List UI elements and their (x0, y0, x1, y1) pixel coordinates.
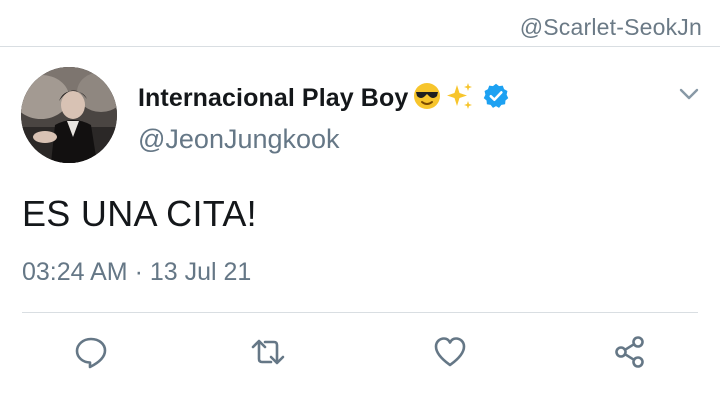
timestamp: 03:24 AM · 13 Jul 21 (22, 258, 251, 287)
separator-dot: · (134, 258, 143, 286)
heart-icon (434, 337, 466, 367)
watermark-handle: @Scarlet-SeokJn (519, 14, 702, 40)
top-divider (0, 46, 720, 47)
like-button[interactable] (432, 334, 468, 370)
sparkles-emoji (446, 81, 474, 116)
share-button[interactable] (612, 334, 648, 370)
bottom-divider (22, 312, 698, 313)
chevron-down-icon[interactable] (676, 83, 702, 105)
retweet-button[interactable] (250, 334, 286, 370)
user-handle[interactable]: @JeonJungkook (138, 124, 340, 155)
display-name-row: Internacional Play Boy (138, 80, 510, 116)
tweet-date: 13 Jul 21 (149, 258, 252, 286)
tweet-time: 03:24 AM (22, 258, 128, 286)
verified-badge-icon (482, 82, 510, 115)
reply-icon (75, 337, 107, 369)
share-icon (615, 336, 644, 368)
sunglasses-emoji (412, 81, 442, 116)
retweet-icon (251, 339, 285, 365)
display-name[interactable]: Internacional Play Boy (138, 84, 408, 113)
avatar[interactable] (21, 67, 117, 163)
tweet-text: ES UNA CITA! (22, 193, 257, 234)
reply-button[interactable] (73, 334, 109, 370)
